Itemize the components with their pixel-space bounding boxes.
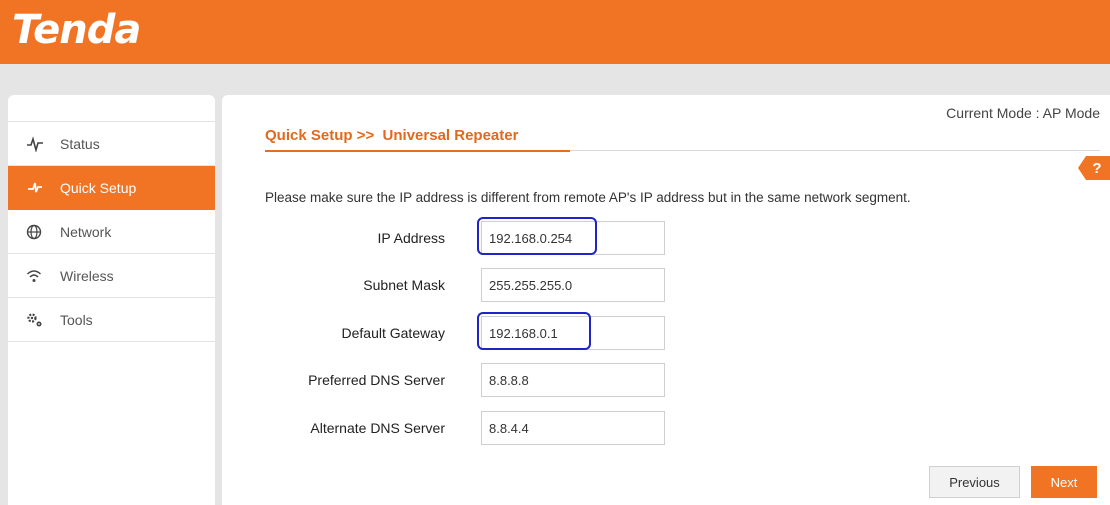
- field-label: IP Address: [377, 230, 445, 246]
- lightning-icon: [26, 180, 54, 196]
- sidebar-item-quick-setup[interactable]: Quick Setup: [8, 166, 215, 210]
- default-gateway-input[interactable]: [481, 316, 665, 350]
- sidebar-item-label: Status: [60, 136, 100, 152]
- field-label: Preferred DNS Server: [308, 372, 445, 388]
- field-label: Subnet Mask: [363, 277, 445, 293]
- sidebar-divider: [8, 341, 215, 342]
- breadcrumb-divider: [570, 150, 1100, 151]
- sidebar-item-label: Network: [60, 224, 112, 240]
- field-label: Default Gateway: [341, 325, 446, 341]
- preferred-dns-input[interactable]: [481, 363, 665, 397]
- sidebar-item-network[interactable]: Network: [8, 210, 215, 254]
- sidebar: Status Quick Setup Network Wireless Tool…: [8, 95, 215, 505]
- subnet-mask-input[interactable]: [481, 268, 665, 302]
- next-button[interactable]: Next: [1031, 466, 1097, 498]
- alternate-dns-input[interactable]: [481, 411, 665, 445]
- globe-icon: [26, 224, 54, 240]
- subnet-mask-row: Subnet Mask: [222, 268, 1110, 302]
- help-button[interactable]: ?: [1078, 156, 1110, 180]
- wifi-icon: [26, 268, 54, 284]
- main-panel: Current Mode : AP Mode Quick Setup >> Un…: [222, 95, 1110, 505]
- current-mode-text: Current Mode : AP Mode: [946, 105, 1100, 121]
- pulse-icon: [26, 136, 54, 152]
- sidebar-item-label: Wireless: [60, 268, 114, 284]
- ip-address-row: IP Address: [222, 221, 1110, 255]
- breadcrumb: Quick Setup >> Universal Repeater: [265, 127, 519, 144]
- instruction-text: Please make sure the IP address is diffe…: [265, 190, 911, 205]
- default-gateway-row: Default Gateway: [222, 316, 1110, 350]
- previous-button[interactable]: Previous: [929, 466, 1020, 498]
- ip-address-input[interactable]: [481, 221, 665, 255]
- gears-icon: [26, 312, 54, 328]
- sidebar-item-wireless[interactable]: Wireless: [8, 254, 215, 298]
- tenda-logo: Tenda: [12, 7, 141, 53]
- sidebar-item-tools[interactable]: Tools: [8, 298, 215, 342]
- sidebar-item-label: Tools: [60, 312, 93, 328]
- alternate-dns-row: Alternate DNS Server: [222, 411, 1110, 445]
- sidebar-item-label: Quick Setup: [60, 180, 137, 196]
- sidebar-item-status[interactable]: Status: [8, 122, 215, 166]
- field-label: Alternate DNS Server: [310, 420, 445, 436]
- header-bar: Tenda: [0, 0, 1110, 64]
- breadcrumb-underline: [265, 150, 570, 152]
- preferred-dns-row: Preferred DNS Server: [222, 363, 1110, 397]
